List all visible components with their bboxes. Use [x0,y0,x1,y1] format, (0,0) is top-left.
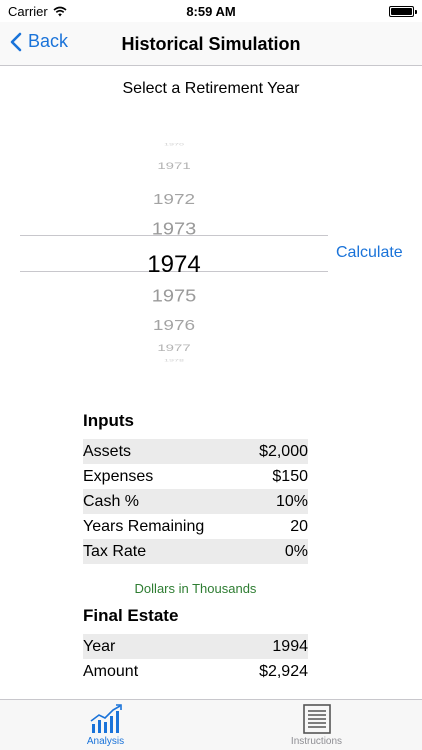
chart-icon [90,704,122,733]
document-icon [302,704,331,734]
row-label: Expenses [83,467,154,485]
page-title: Historical Simulation [121,34,301,54]
tab-instructions[interactable]: Instructions [211,700,422,750]
picker-year[interactable]: 1975 [20,287,328,305]
final-estate-table: Year 1994 Amount $2,924 [83,634,308,684]
tab-bar: Analysis Instructions [0,699,422,750]
row-value: 20 [290,517,308,535]
row-value: 0% [284,542,308,560]
picker-year-selected[interactable]: 1974 [20,253,328,277]
status-time: 8:59 AM [186,4,236,19]
inputs-heading: Inputs [83,411,134,430]
picker-year[interactable]: 1977 [20,344,328,353]
navigation-bar: Back Historical Simulation [0,22,422,66]
calculate-button[interactable]: Calculate [336,244,403,262]
picker-year[interactable]: 1971 [20,162,328,171]
table-row: Years Remaining 20 [83,514,308,539]
table-row: Amount $2,924 [83,659,308,684]
row-label: Years Remaining [83,517,205,535]
row-value: $2,924 [259,662,308,680]
picker-year[interactable]: 1973 [20,220,328,238]
table-row: Assets $2,000 [83,439,308,464]
tab-analysis[interactable]: Analysis [0,700,211,750]
retirement-year-prompt: Select a Retirement Year [122,80,300,97]
row-label: Assets [83,442,132,460]
status-bar: Carrier 8:59 AM [0,0,422,22]
row-value: 1994 [272,637,308,655]
retirement-year-picker[interactable]: 1970 1971 1972 1973 1974 1975 1976 1977 1978 [20,140,328,365]
picker-year[interactable]: 1970 [20,143,328,146]
row-value: $150 [272,467,308,485]
table-row: Tax Rate 0% [83,539,308,564]
row-value: 10% [275,492,308,510]
table-row: Expenses $150 [83,464,308,489]
picker-year[interactable]: 1972 [20,192,328,207]
picker-year[interactable]: 1976 [20,318,328,333]
table-row: Year 1994 [83,634,308,659]
row-label: Amount [83,662,139,680]
table-row: Cash % 10% [83,489,308,514]
units-note: Dollars in Thousands [134,581,257,596]
row-label: Cash % [83,492,140,510]
tab-instructions-label: Instructions [290,736,343,747]
battery-icon [389,6,417,17]
row-label: Year [83,637,116,655]
inputs-table: Assets $2,000 Expenses $150 Cash % 10% Years R… [83,439,308,564]
row-label: Tax Rate [83,542,147,560]
final-estate-heading: Final Estate [83,606,179,625]
picker-year[interactable]: 1978 [20,359,328,362]
tab-analysis-label: Analysis [86,736,125,747]
row-value: $2,000 [259,442,308,460]
